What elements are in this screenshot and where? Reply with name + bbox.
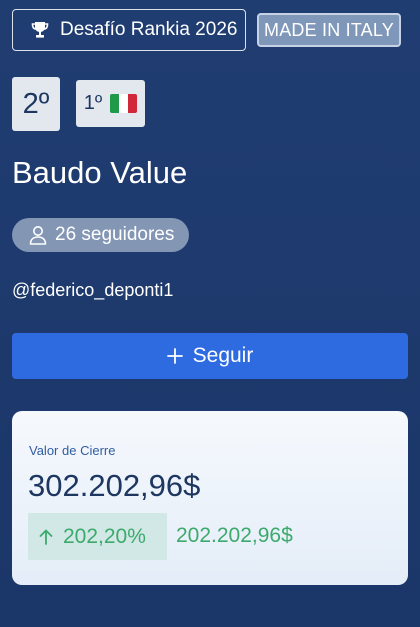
profile-page: Desafío Rankia 2026 MADE IN ITALY 2º 1º … xyxy=(0,0,420,627)
change-percent-badge: 202,20% xyxy=(28,513,167,560)
global-rank-value: 2º xyxy=(22,87,50,120)
change-percent: 202,20% xyxy=(63,524,146,548)
italy-flag-icon xyxy=(110,94,138,113)
challenge-button[interactable]: Desafío Rankia 2026 xyxy=(12,9,246,51)
user-handle[interactable]: @federico_deponti1 xyxy=(12,280,173,301)
follow-button[interactable]: Seguir xyxy=(12,333,408,379)
country-rank-badge: 1º xyxy=(76,80,145,127)
closing-value-amount: 302.202,96$ xyxy=(28,468,201,503)
arrow-up-icon xyxy=(39,529,53,545)
change-amount: 202.202,96$ xyxy=(176,524,293,547)
portfolio-name: Baudo Value xyxy=(12,155,188,190)
followers-pill[interactable]: 26 seguidores xyxy=(12,218,189,252)
top-row: Desafío Rankia 2026 MADE IN ITALY xyxy=(12,9,408,53)
user-icon xyxy=(29,225,47,245)
closing-value-card: Valor de Cierre 302.202,96$ 202,20% 202.… xyxy=(12,411,408,585)
follow-label: Seguir xyxy=(192,344,254,367)
global-rank-badge: 2º xyxy=(12,77,60,131)
made-in-italy-badge: MADE IN ITALY xyxy=(257,13,401,47)
challenge-label: Desafío Rankia 2026 xyxy=(60,19,238,40)
followers-label: 26 seguidores xyxy=(55,224,175,245)
plus-icon xyxy=(166,348,183,364)
closing-value-label: Valor de Cierre xyxy=(29,443,116,458)
trophy-icon xyxy=(30,20,50,40)
country-rank-value: 1º xyxy=(83,92,103,114)
